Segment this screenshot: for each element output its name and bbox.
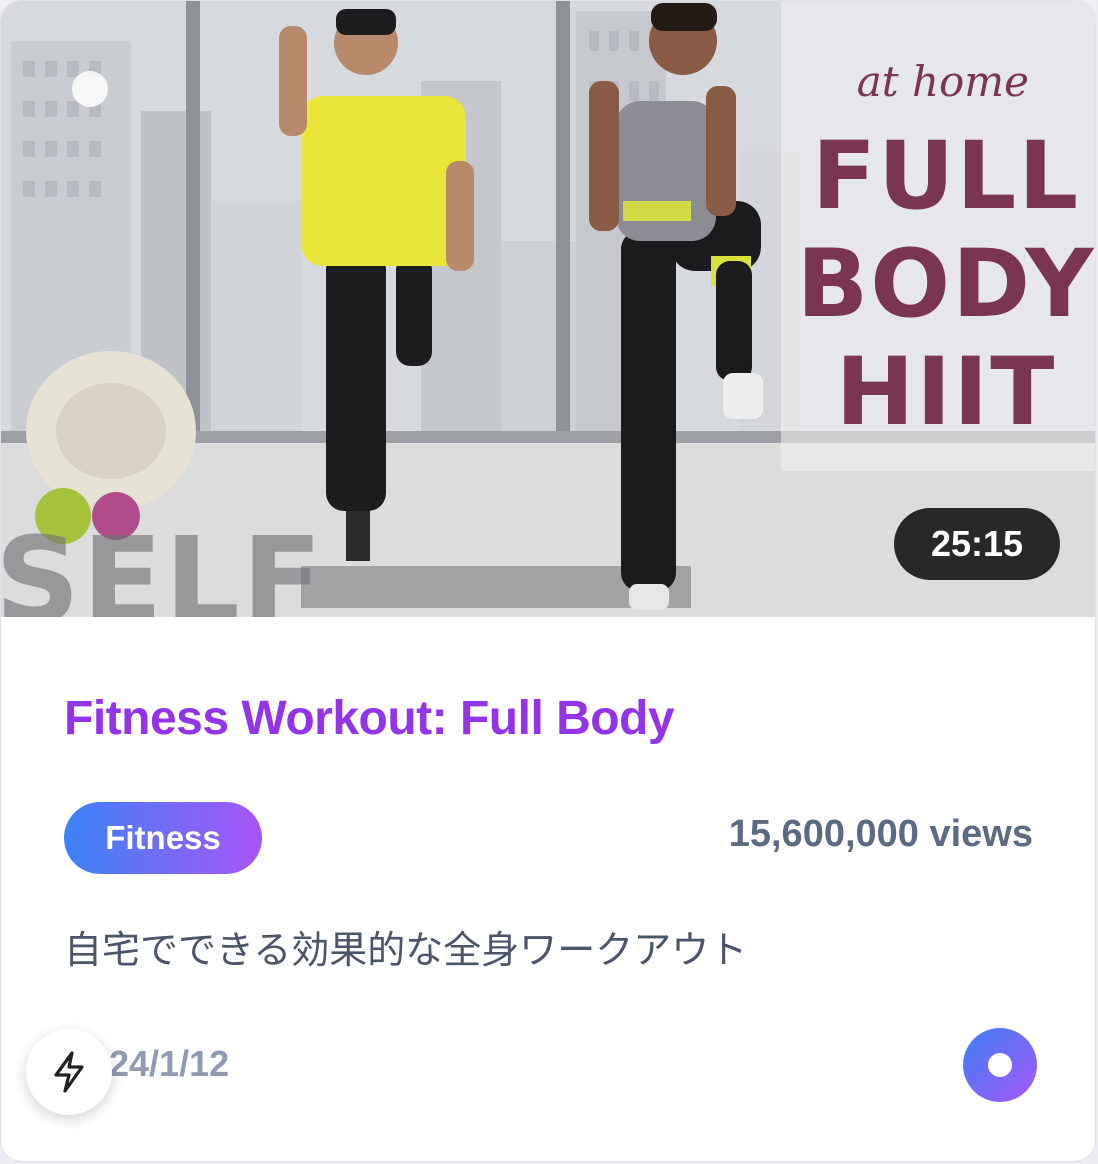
record-button[interactable]	[963, 1028, 1037, 1102]
video-description: 自宅でできる効果的な全身ワークアウト	[64, 928, 748, 972]
lightning-bolt-icon	[54, 1051, 84, 1093]
record-dot-icon	[988, 1053, 1012, 1077]
overlay-title-line: BODY	[796, 230, 1096, 339]
brand-watermark: SELF	[1, 511, 325, 617]
thumbnail-indicator-dot	[72, 71, 108, 107]
overlay-title-line: FULL	[811, 122, 1081, 231]
overlay-title-line: HIIT	[835, 338, 1057, 447]
category-tag[interactable]: Fitness	[64, 802, 262, 874]
video-card[interactable]: at home FULL BODY HIIT SELF 25:15 Fitnes…	[0, 0, 1096, 1162]
thumbnail-overlay-subtitle: at home	[856, 57, 1029, 106]
video-thumbnail[interactable]: at home FULL BODY HIIT SELF 25:15	[1, 1, 1096, 617]
thumbnail-overlay-title: FULL BODY HIIT	[791, 122, 1096, 447]
video-title[interactable]: Fitness Workout: Full Body	[64, 691, 675, 746]
duration-badge: 25:15	[894, 508, 1060, 580]
publish-date: 24/1/12	[109, 1043, 230, 1084]
quick-action-button[interactable]	[26, 1029, 112, 1115]
view-count: 15,600,000 views	[728, 813, 1033, 855]
